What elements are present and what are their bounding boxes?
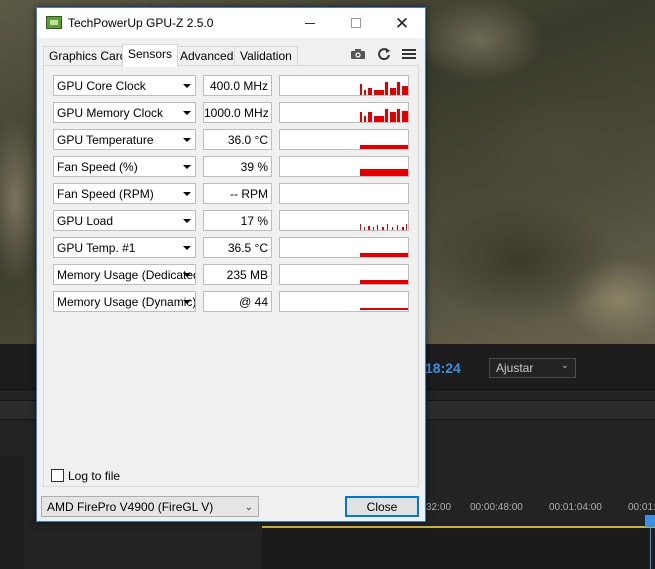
sensor-row: Fan Speed (%) 39 % bbox=[53, 156, 413, 177]
gpu-select-value: AMD FirePro V4900 (FireGL V) bbox=[47, 500, 214, 514]
gpu-select-dropdown[interactable]: AMD FirePro V4900 (FireGL V) ⌄ bbox=[41, 496, 259, 517]
tab-validation[interactable]: Validation bbox=[234, 46, 298, 66]
window-title: TechPowerUp GPU-Z 2.5.0 bbox=[68, 16, 214, 30]
sensor-name-dropdown[interactable]: GPU Load bbox=[53, 210, 196, 231]
sensor-name-dropdown[interactable]: Fan Speed (%) bbox=[53, 156, 196, 177]
graph-plot bbox=[360, 169, 408, 176]
chevron-down-icon: ⌄ bbox=[244, 502, 253, 513]
refresh-icon[interactable] bbox=[373, 43, 395, 65]
sensor-value: 36.0 °C bbox=[203, 129, 272, 150]
playhead-line bbox=[650, 526, 651, 569]
dropdown-arrow-icon bbox=[183, 246, 191, 250]
sensor-row: GPU Temperature 36.0 °C bbox=[53, 129, 413, 150]
sensor-value: @ 44 bbox=[203, 291, 272, 312]
sensor-row: Memory Usage (Dedicated) 235 MB bbox=[53, 264, 413, 285]
dropdown-arrow-icon bbox=[183, 165, 191, 169]
sensor-value: -- RPM bbox=[203, 183, 272, 204]
sensor-value: 400.0 MHz bbox=[203, 75, 272, 96]
graph-plot bbox=[360, 82, 408, 95]
dropdown-arrow-icon bbox=[183, 192, 191, 196]
sensor-graph bbox=[279, 237, 409, 258]
sensor-graph bbox=[279, 75, 409, 96]
sensor-graph bbox=[279, 129, 409, 150]
ruler-label: 00:01:04:00 bbox=[549, 502, 602, 513]
ruler-label: 00:01: bbox=[628, 502, 655, 513]
sensor-graph bbox=[279, 210, 409, 231]
camera-icon[interactable] bbox=[347, 43, 369, 65]
sensor-name-label: GPU Core Clock bbox=[57, 79, 146, 93]
graph-plot bbox=[360, 280, 408, 284]
graph-plot bbox=[360, 253, 408, 257]
close-button[interactable]: Close bbox=[345, 496, 419, 517]
log-to-file-label: Log to file bbox=[68, 469, 121, 483]
close-icon: ✕ bbox=[394, 13, 410, 33]
sensor-graph bbox=[279, 156, 409, 177]
sensor-name-label: GPU Temp. #1 bbox=[57, 241, 136, 255]
menu-icon[interactable] bbox=[398, 43, 420, 65]
sensor-name-label: Fan Speed (%) bbox=[57, 160, 138, 174]
sensor-name-label: GPU Temperature bbox=[57, 133, 154, 147]
ruler-label: 32:00 bbox=[426, 502, 452, 513]
sensor-name-dropdown[interactable]: Memory Usage (Dedicated) bbox=[53, 264, 196, 285]
sensor-value: 17 % bbox=[203, 210, 272, 231]
sensor-graph bbox=[279, 291, 409, 312]
timeline-tracks bbox=[262, 528, 655, 569]
sensor-name-dropdown[interactable]: GPU Temperature bbox=[53, 129, 196, 150]
dropdown-arrow-icon bbox=[183, 84, 191, 88]
dropdown-arrow-icon bbox=[183, 138, 191, 142]
tab-advanced[interactable]: Advanced bbox=[174, 46, 240, 66]
fit-dropdown-label: Ajustar bbox=[496, 361, 534, 375]
graph-plot bbox=[360, 224, 407, 230]
chevron-down-icon: ⌄ bbox=[560, 360, 569, 371]
tab-graphics-card[interactable]: Graphics Card bbox=[43, 46, 133, 66]
sensor-name-label: GPU Memory Clock bbox=[57, 106, 164, 120]
maximize-button[interactable] bbox=[333, 8, 379, 38]
close-window-button[interactable]: ✕ bbox=[379, 8, 425, 38]
sensor-row: GPU Core Clock 400.0 MHz bbox=[53, 75, 413, 96]
sensor-value: 36.5 °C bbox=[203, 237, 272, 258]
dropdown-arrow-icon bbox=[183, 219, 191, 223]
graph-plot bbox=[360, 145, 408, 149]
log-to-file-checkbox[interactable] bbox=[51, 469, 64, 482]
dropdown-arrow-icon bbox=[183, 111, 191, 115]
sensor-row: Fan Speed (RPM) -- RPM bbox=[53, 183, 413, 204]
tab-sensors[interactable]: Sensors bbox=[122, 44, 179, 67]
sensor-name-dropdown[interactable]: GPU Temp. #1 bbox=[53, 237, 196, 258]
sensor-row: GPU Memory Clock 1000.0 MHz bbox=[53, 102, 413, 123]
ruler-label: 00:00:48:00 bbox=[470, 502, 523, 513]
maximize-icon bbox=[351, 18, 361, 28]
sensor-name-dropdown[interactable]: Memory Usage (Dynamic) bbox=[53, 291, 196, 312]
sensor-value: 1000.0 MHz bbox=[203, 102, 272, 123]
graph-plot bbox=[360, 308, 408, 310]
sensor-value: 235 MB bbox=[203, 264, 272, 285]
background-fit-dropdown[interactable]: Ajustar ⌄ bbox=[489, 358, 576, 378]
sensor-graph bbox=[279, 102, 409, 123]
dropdown-arrow-icon bbox=[183, 300, 191, 304]
title-bar[interactable]: TechPowerUp GPU-Z 2.5.0 ✕ bbox=[37, 8, 425, 38]
minimize-icon bbox=[305, 22, 315, 24]
sensor-row: Memory Usage (Dynamic) @ 44 bbox=[53, 291, 413, 312]
sensor-value: 39 % bbox=[203, 156, 272, 177]
gpuz-app-icon bbox=[46, 16, 62, 29]
sensor-graph bbox=[279, 183, 409, 204]
sensor-name-dropdown[interactable]: GPU Core Clock bbox=[53, 75, 196, 96]
sensor-row: GPU Temp. #1 36.5 °C bbox=[53, 237, 413, 258]
minimize-button[interactable] bbox=[287, 8, 333, 38]
sensors-panel: GPU Core Clock 400.0 MHz GPU Memory Cloc… bbox=[43, 65, 419, 487]
graph-plot bbox=[360, 109, 408, 122]
sensor-row: GPU Load 17 % bbox=[53, 210, 413, 231]
sensor-name-label: Memory Usage (Dedicated) bbox=[57, 268, 196, 282]
sensor-name-label: GPU Load bbox=[57, 214, 114, 228]
sensor-name-dropdown[interactable]: GPU Memory Clock bbox=[53, 102, 196, 123]
gpuz-window: TechPowerUp GPU-Z 2.5.0 ✕ Graphics Card … bbox=[36, 7, 426, 522]
background-timecode: 18:24 bbox=[425, 360, 461, 376]
dropdown-arrow-icon bbox=[183, 273, 191, 277]
sensor-name-label: Fan Speed (RPM) bbox=[57, 187, 154, 201]
sensor-name-dropdown[interactable]: Fan Speed (RPM) bbox=[53, 183, 196, 204]
sensor-graph bbox=[279, 264, 409, 285]
sensor-name-label: Memory Usage (Dynamic) bbox=[57, 295, 196, 309]
